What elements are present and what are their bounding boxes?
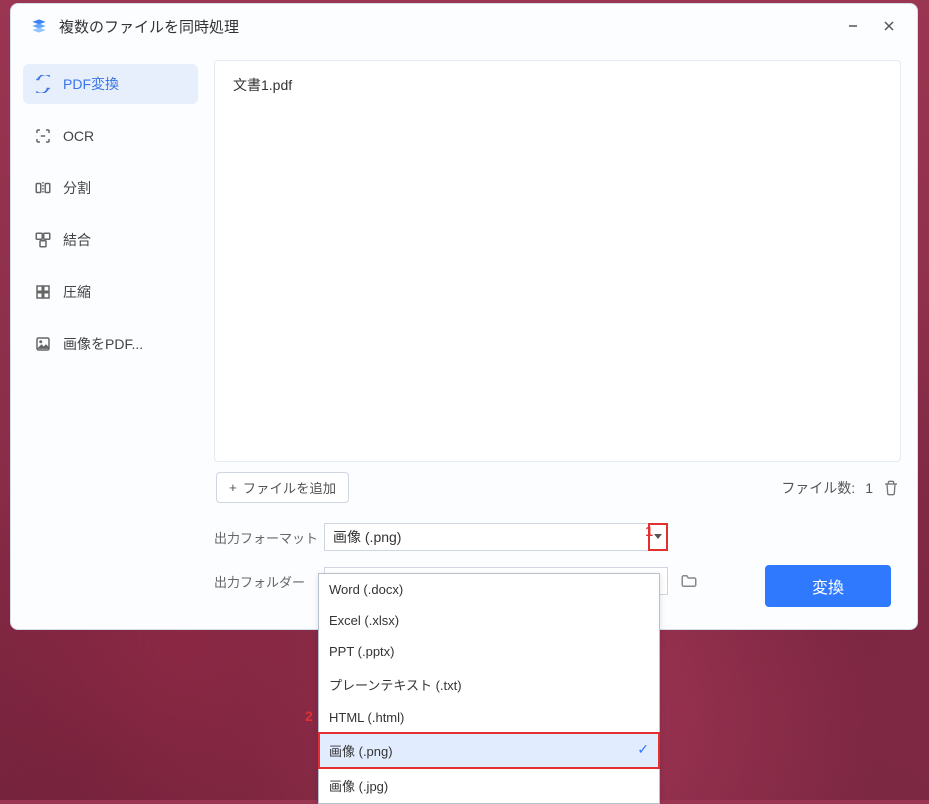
main-panel: 文書1.pdf + ファイルを追加 ファイル数: 1 出力フォーマット — [206, 48, 917, 629]
file-item[interactable]: 文書1.pdf — [233, 75, 882, 95]
close-button[interactable] — [871, 11, 907, 41]
add-file-label: ファイルを追加 — [243, 478, 336, 497]
sidebar-item-pdf-convert[interactable]: PDF変換 — [23, 64, 198, 104]
sidebar-item-label: 分割 — [63, 178, 91, 198]
sidebar-item-image-to-pdf[interactable]: 画像をPDF... — [23, 324, 198, 364]
annotation-2: 2 — [305, 708, 313, 724]
dropdown-option-word[interactable]: Word (.docx) — [319, 574, 659, 605]
dropdown-option-txt[interactable]: プレーンテキスト (.txt) — [319, 667, 659, 702]
format-label: 出力フォーマット — [214, 528, 324, 547]
image-icon — [33, 334, 53, 354]
add-file-button[interactable]: + ファイルを追加 — [216, 472, 349, 503]
sidebar-item-merge[interactable]: 結合 — [23, 220, 198, 260]
file-count: ファイル数: 1 — [781, 478, 899, 498]
dropdown-option-ppt[interactable]: PPT (.pptx) — [319, 636, 659, 667]
split-icon — [33, 178, 53, 198]
dropdown-option-jpg[interactable]: 画像 (.jpg) — [319, 768, 659, 803]
trash-icon[interactable] — [883, 480, 899, 496]
folder-label: 出力フォルダー — [214, 572, 324, 591]
sidebar-item-label: 圧縮 — [63, 282, 91, 302]
minimize-button[interactable] — [835, 11, 871, 41]
compress-icon — [33, 282, 53, 302]
sidebar-item-label: 画像をPDF... — [63, 334, 143, 354]
sidebar-item-label: 結合 — [63, 230, 91, 250]
folder-icon[interactable] — [680, 572, 698, 590]
ocr-icon — [33, 126, 53, 146]
dialog-title: 複数のファイルを同時処理 — [59, 16, 835, 37]
dropdown-option-png[interactable]: 画像 (.png) ✓ — [319, 733, 659, 768]
merge-icon — [33, 230, 53, 250]
app-icon — [29, 16, 49, 36]
format-dropdown: Word (.docx) Excel (.xlsx) PPT (.pptx) プ… — [318, 573, 660, 804]
sidebar-item-label: OCR — [63, 128, 94, 144]
sidebar-item-split[interactable]: 分割 — [23, 168, 198, 208]
sidebar: PDF変換 OCR 分割 結合 — [11, 48, 206, 629]
titlebar: 複数のファイルを同時処理 — [11, 4, 917, 48]
sidebar-item-ocr[interactable]: OCR — [23, 116, 198, 156]
check-icon: ✓ — [637, 741, 649, 758]
sidebar-item-label: PDF変換 — [63, 74, 119, 94]
format-select[interactable]: 画像 (.png) — [324, 523, 668, 551]
format-value: 画像 (.png) — [333, 527, 401, 547]
batch-process-dialog: 複数のファイルを同時処理 PDF変換 OCR — [10, 3, 918, 630]
file-list: 文書1.pdf — [214, 60, 901, 462]
convert-icon — [33, 74, 53, 94]
dropdown-option-html[interactable]: HTML (.html) — [319, 702, 659, 733]
dropdown-option-excel[interactable]: Excel (.xlsx) — [319, 605, 659, 636]
convert-button[interactable]: 変換 — [765, 565, 891, 607]
annotation-1: 1 — [645, 523, 653, 539]
plus-icon: + — [229, 480, 237, 495]
sidebar-item-compress[interactable]: 圧縮 — [23, 272, 198, 312]
